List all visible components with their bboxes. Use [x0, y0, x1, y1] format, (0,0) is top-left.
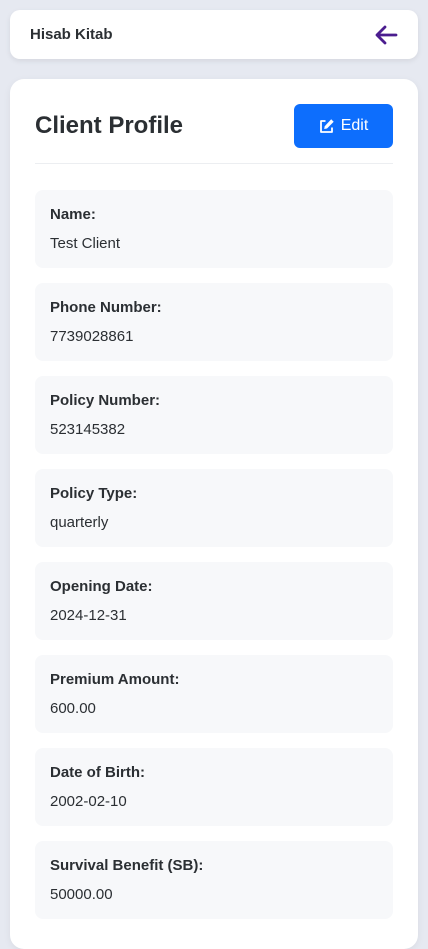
field-survival-benefit: Survival Benefit (SB): 50000.00 — [35, 841, 393, 919]
field-label: Phone Number: — [50, 299, 162, 316]
field-value: 2002-02-10 — [50, 793, 127, 810]
field-value: 2024-12-31 — [50, 607, 127, 624]
edit-square-icon — [319, 119, 334, 133]
brand-name[interactable]: Hisab Kitab — [30, 26, 113, 43]
field-label: Name: — [50, 206, 96, 223]
field-label: Policy Type: — [50, 485, 138, 502]
field-value: 7739028861 — [50, 328, 134, 345]
field-phone-number: Phone Number: 7739028861 — [35, 283, 393, 361]
field-label: Opening Date: — [50, 578, 153, 595]
field-policy-number: Policy Number: 523145382 — [35, 376, 393, 454]
field-value: 600.00 — [50, 700, 96, 717]
back-button[interactable] — [372, 21, 400, 49]
field-value: 523145382 — [50, 421, 126, 438]
card-header: Client Profile Edit — [35, 104, 393, 148]
page-title: Client Profile — [35, 112, 184, 139]
field-policy-type: Policy Type: quarterly — [35, 469, 393, 547]
client-profile-card: Client Profile Edit Name: Test Client Ph… — [10, 79, 418, 949]
field-value: quarterly — [50, 514, 109, 531]
profile-field-list: Name: Test Client Phone Number: 77390288… — [35, 190, 393, 919]
arrow-left-icon — [375, 25, 398, 44]
edit-button[interactable]: Edit — [294, 104, 393, 148]
field-premium-amount: Premium Amount: 600.00 — [35, 655, 393, 733]
field-value: Test Client — [50, 235, 121, 252]
header-divider — [35, 163, 393, 164]
field-label: Policy Number: — [50, 392, 161, 409]
field-date-of-birth: Date of Birth: 2002-02-10 — [35, 748, 393, 826]
edit-button-label: Edit — [340, 117, 369, 134]
field-opening-date: Opening Date: 2024-12-31 — [35, 562, 393, 640]
field-label: Date of Birth: — [50, 764, 145, 781]
field-value: 50000.00 — [50, 886, 113, 903]
field-name: Name: Test Client — [35, 190, 393, 268]
top-navbar: Hisab Kitab — [10, 10, 418, 59]
field-label: Premium Amount: — [50, 671, 180, 688]
field-label: Survival Benefit (SB): — [50, 857, 204, 874]
